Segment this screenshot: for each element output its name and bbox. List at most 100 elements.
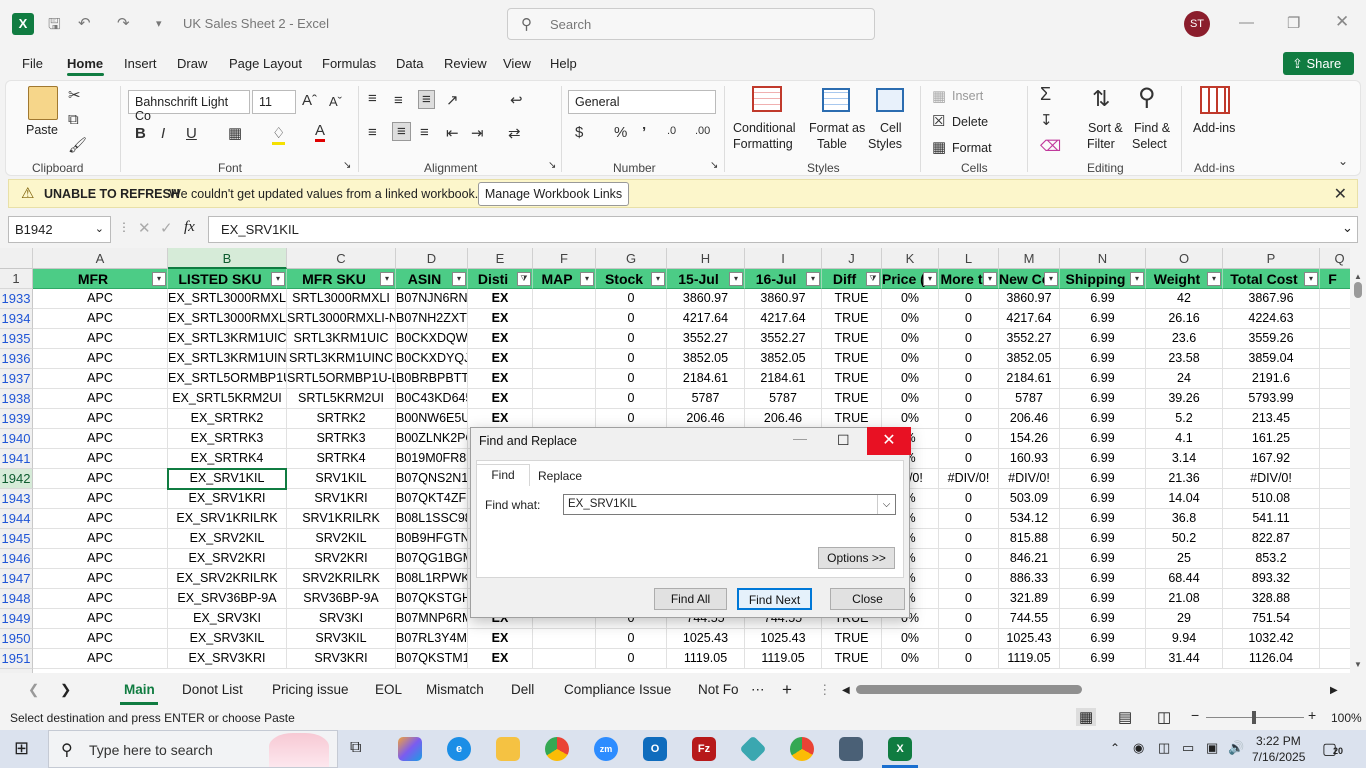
table-cell[interactable]: TRUE	[822, 389, 882, 409]
table-cell[interactable]: 6.99	[1060, 369, 1146, 389]
table-cell[interactable]: 4224.63	[1223, 309, 1320, 329]
row-header[interactable]: 1947	[0, 569, 33, 589]
table-cell[interactable]: 0	[939, 329, 999, 349]
table-cell[interactable]: SRTL3000RMXLI	[287, 289, 396, 309]
table-cell[interactable]	[1320, 329, 1350, 349]
tab-view[interactable]: View	[503, 56, 531, 71]
table-cell[interactable]: SRTRK2	[287, 409, 396, 429]
table-cell[interactable]: 0	[939, 389, 999, 409]
table-cell[interactable]: EX_SRTL3000RMXLI-NC	[168, 309, 287, 329]
table-cell[interactable]: APC	[33, 429, 168, 449]
table-cell[interactable]: EX_SRTL3KRM1UINC	[168, 349, 287, 369]
table-cell[interactable]: 3860.97	[745, 289, 822, 309]
table-cell[interactable]: TRUE	[822, 369, 882, 389]
autosum-icon[interactable]: Σ	[1040, 84, 1051, 105]
table-cell[interactable]: 206.46	[999, 409, 1060, 429]
table-cell[interactable]: 541.11	[1223, 509, 1320, 529]
table-cell[interactable]: 6.99	[1060, 549, 1146, 569]
row-header[interactable]: 1944	[0, 509, 33, 529]
table-cell[interactable]: 4217.64	[667, 309, 745, 329]
table-cell[interactable]	[533, 649, 596, 669]
sheet-tab-eol[interactable]: EOL	[375, 682, 402, 697]
table-cell[interactable]	[1320, 589, 1350, 609]
table-cell[interactable]: 0	[939, 529, 999, 549]
table-cell[interactable]: EX_SRTL5KRM2UI	[168, 389, 287, 409]
table-cell[interactable]: 503.09	[999, 489, 1060, 509]
table-cell[interactable]: 4.1	[1146, 429, 1223, 449]
row-header[interactable]: 1948	[0, 589, 33, 609]
task-view-icon[interactable]: ⧉	[350, 739, 361, 757]
table-cell[interactable]	[1320, 489, 1350, 509]
bold-icon[interactable]: B	[135, 125, 146, 142]
table-cell[interactable]: APC	[33, 469, 168, 489]
row-header[interactable]: 1942	[0, 469, 33, 489]
filter-dropdown-icon[interactable]: ▾	[152, 272, 166, 286]
table-cell[interactable]: EX_SRV3KIL	[168, 629, 287, 649]
column-header[interactable]: H	[667, 248, 745, 269]
row-header[interactable]: 1938	[0, 389, 33, 409]
table-cell[interactable]: EX_SRV1KIL	[168, 469, 287, 489]
name-box[interactable]: B1942 ⌄	[8, 216, 111, 243]
table-cell[interactable]: 534.12	[999, 509, 1060, 529]
table-cell[interactable]: 9.94	[1146, 629, 1223, 649]
row-header[interactable]: 1936	[0, 349, 33, 369]
table-cell[interactable]: 893.32	[1223, 569, 1320, 589]
normal-view-icon[interactable]: ▦	[1076, 708, 1097, 726]
table-cell[interactable]: 6.99	[1060, 629, 1146, 649]
table-cell[interactable]: B0BRBPBTTJ	[396, 369, 468, 389]
clear-icon[interactable]: ⌫	[1040, 137, 1061, 155]
table-cell[interactable]: 1126.04	[1223, 649, 1320, 669]
table-cell[interactable]: 1032.42	[1223, 629, 1320, 649]
table-cell[interactable]: 6.99	[1060, 489, 1146, 509]
table-cell[interactable]: APC	[33, 589, 168, 609]
filter-dropdown-icon[interactable]: ▾	[580, 272, 594, 286]
tab-file[interactable]: File	[22, 56, 43, 71]
table-cell[interactable]: B07QKT4ZFB	[396, 489, 468, 509]
table-cell[interactable]: APC	[33, 409, 168, 429]
table-cell[interactable]: 50.2	[1146, 529, 1223, 549]
tab-review[interactable]: Review	[444, 56, 487, 71]
column-header[interactable]: D	[396, 248, 468, 269]
number-dialog-launcher-icon[interactable]: ↘	[710, 160, 718, 171]
increase-decimal-icon[interactable]: .0	[667, 125, 676, 137]
table-cell[interactable]	[533, 409, 596, 429]
find-select-icon[interactable]: ⚲	[1138, 83, 1156, 112]
sheet-tab-not-fo[interactable]: Not Fo	[698, 682, 739, 697]
row-header[interactable]	[0, 669, 33, 673]
table-cell[interactable]: SRTRK4	[287, 449, 396, 469]
format-painter-icon[interactable]: 🖌	[68, 136, 87, 154]
table-cell[interactable]	[533, 369, 596, 389]
borders-icon[interactable]: ▦	[228, 124, 242, 142]
sort-filter-button[interactable]: Sort &	[1088, 120, 1123, 136]
fill-icon[interactable]: ↧	[1040, 111, 1053, 129]
app-icon[interactable]	[739, 735, 767, 763]
table-cell[interactable]: 3860.97	[999, 289, 1060, 309]
taskbar-search[interactable]: ⚲ Type here to search	[48, 730, 338, 768]
table-cell[interactable]: 0	[939, 369, 999, 389]
table-cell[interactable]	[1320, 509, 1350, 529]
filter-dropdown-icon[interactable]: ⧩	[517, 272, 531, 286]
table-cell[interactable]: EX_SRTL5ORMBP1U-LI	[168, 369, 287, 389]
search-box[interactable]: ⚲ Search	[507, 8, 875, 40]
table-cell[interactable]: B07QNS2N17	[396, 469, 468, 489]
filter-dropdown-icon[interactable]: ▾	[923, 272, 937, 286]
table-cell[interactable]	[1320, 469, 1350, 489]
table-cell[interactable]: 2184.61	[745, 369, 822, 389]
filter-dropdown-icon[interactable]: ▾	[729, 272, 743, 286]
table-cell[interactable]: 6.99	[1060, 389, 1146, 409]
close-button[interactable]: Close	[830, 588, 905, 610]
find-what-input[interactable]: EX_SRV1KIL ⌵	[563, 494, 896, 515]
dialog-maximize-icon[interactable]: ☐	[837, 432, 850, 449]
table-cell[interactable]: 886.33	[999, 569, 1060, 589]
table-cell[interactable]: 0	[939, 509, 999, 529]
decrease-font-icon[interactable]: Aˇ	[329, 94, 342, 109]
table-cell[interactable]: TRUE	[822, 309, 882, 329]
column-header[interactable]: F	[533, 248, 596, 269]
font-size-select[interactable]: 11	[252, 90, 296, 114]
table-cell[interactable]: 31.44	[1146, 649, 1223, 669]
table-cell[interactable]: EX_SRV1KRI	[168, 489, 287, 509]
tab-page-layout[interactable]: Page Layout	[229, 56, 302, 71]
table-cell[interactable]	[1320, 349, 1350, 369]
table-cell[interactable]: SRTL3KRM1UIC	[287, 329, 396, 349]
align-top-icon[interactable]: ≡	[368, 90, 377, 107]
